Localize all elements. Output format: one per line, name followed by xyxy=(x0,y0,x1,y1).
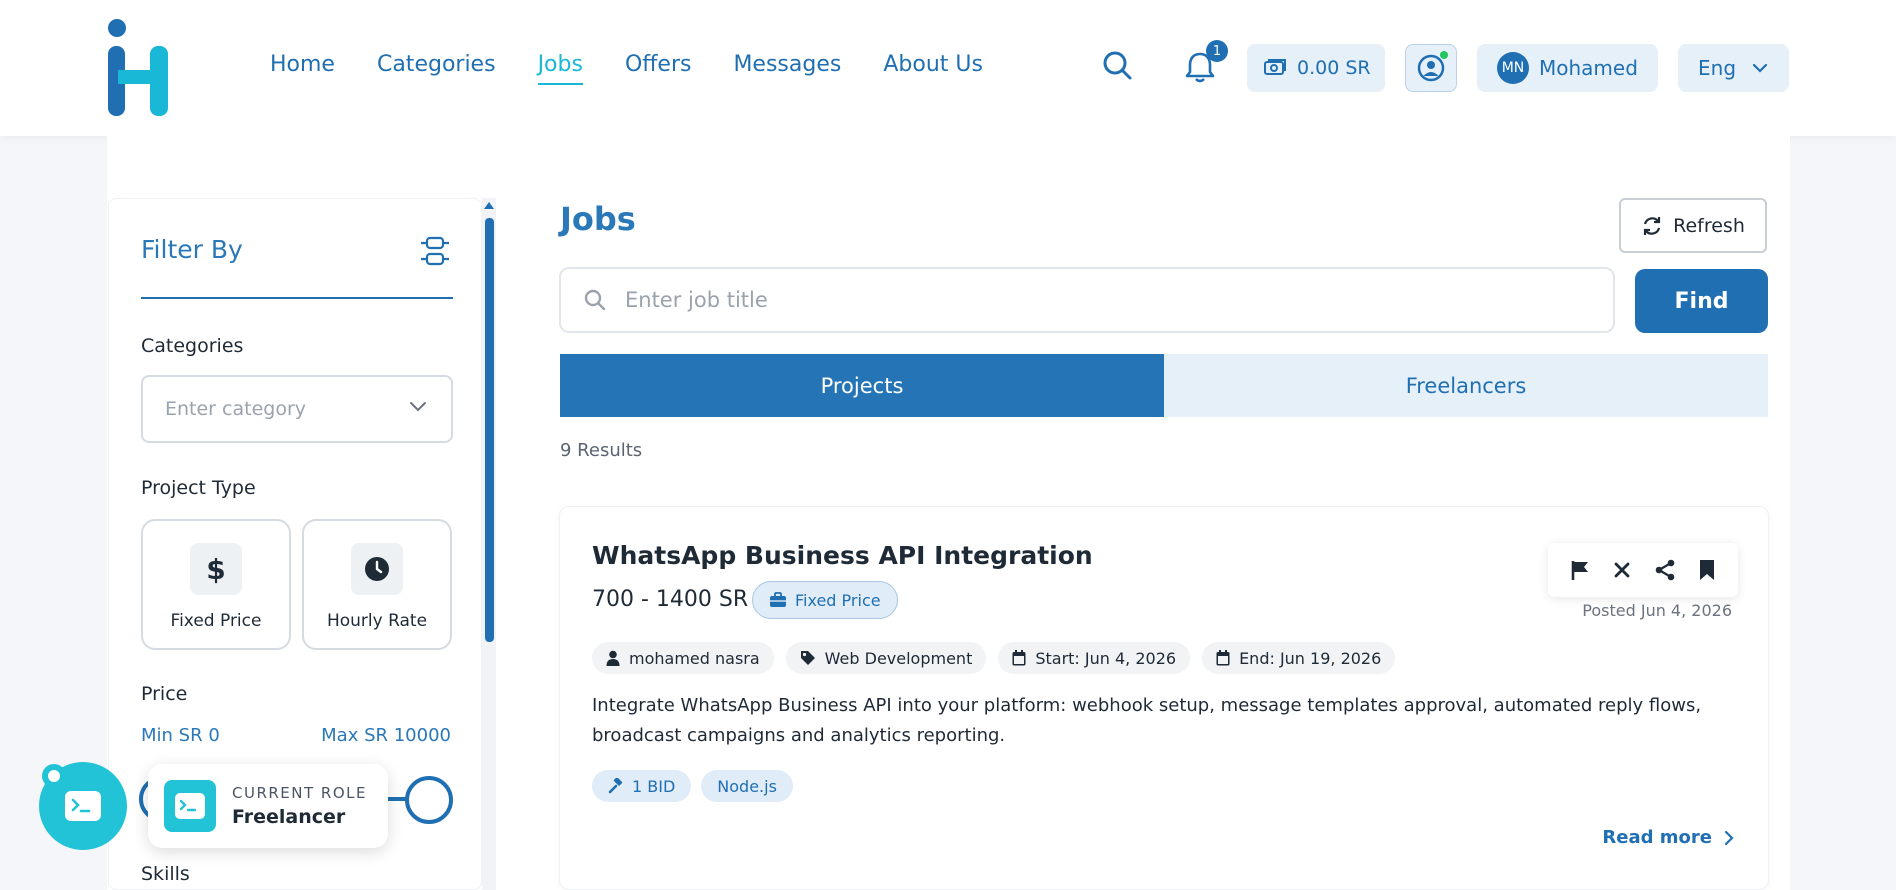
hourly-rate-option[interactable]: Hourly Rate xyxy=(302,519,452,650)
refresh-button[interactable]: Refresh xyxy=(1619,198,1767,253)
user-menu-button[interactable]: MN Mohamed xyxy=(1477,44,1658,92)
category-name: Web Development xyxy=(824,648,973,668)
filter-title: Filter By xyxy=(141,235,243,264)
language-label: Eng xyxy=(1698,56,1737,80)
read-more-link[interactable]: Read more xyxy=(1602,827,1734,848)
skills-label: Skills xyxy=(141,863,190,885)
tag-icon xyxy=(800,651,815,665)
chevron-down-icon xyxy=(410,402,426,412)
briefcase-icon xyxy=(770,592,786,607)
share-icon[interactable] xyxy=(1654,559,1676,581)
wallet-balance: 0.00 SR xyxy=(1297,57,1371,79)
user-name: Mohamed xyxy=(1539,56,1638,80)
price-label: Price xyxy=(141,683,188,705)
read-more-label: Read more xyxy=(1602,827,1712,848)
top-header: Home Categories Jobs Offers Messages Abo… xyxy=(0,0,1896,136)
category-select[interactable]: Enter category xyxy=(141,375,453,443)
notification-badge: 1 xyxy=(1206,40,1228,62)
posted-date: Posted Jun 4, 2026 xyxy=(1582,601,1732,620)
tab-freelancers[interactable]: Freelancers xyxy=(1164,354,1768,417)
find-button[interactable]: Find xyxy=(1635,269,1768,333)
avatar: MN xyxy=(1497,52,1529,84)
sidebar-scroll-thumb[interactable] xyxy=(485,218,494,642)
chevron-right-icon xyxy=(1724,830,1734,845)
nav-about-us[interactable]: About Us xyxy=(883,52,983,77)
user-icon xyxy=(606,650,620,666)
logo-icon[interactable] xyxy=(106,18,172,118)
wallet-button[interactable]: 0.00 SR xyxy=(1247,44,1385,92)
role-indicator-dot xyxy=(42,764,66,788)
categories-label: Categories xyxy=(141,335,244,357)
refresh-icon xyxy=(1644,216,1661,235)
job-price: 700 - 1400 SR xyxy=(592,587,749,612)
price-type-badge: Fixed Price xyxy=(752,581,898,619)
clock-icon xyxy=(351,543,403,595)
nav-home[interactable]: Home xyxy=(270,52,335,77)
bids-badge: 1 BID xyxy=(592,770,692,802)
end-date-chip: End: Jun 19, 2026 xyxy=(1202,642,1396,674)
category-chip: Web Development xyxy=(785,642,987,674)
end-date: End: Jun 19, 2026 xyxy=(1239,648,1382,668)
filter-divider xyxy=(141,297,453,299)
bids-count: 1 BID xyxy=(632,776,676,796)
nav-categories[interactable]: Categories xyxy=(377,52,496,77)
job-description: Integrate WhatsApp Business API into you… xyxy=(592,695,1702,746)
client-name: mohamed nasra xyxy=(629,648,760,668)
search-icon[interactable] xyxy=(1098,46,1138,86)
scroll-up-arrow-icon[interactable] xyxy=(484,202,494,209)
online-status-dot xyxy=(1440,51,1448,59)
nav-jobs[interactable]: Jobs xyxy=(537,52,584,85)
job-title[interactable]: WhatsApp Business API Integration xyxy=(592,541,1093,570)
nav-offers[interactable]: Offers xyxy=(625,52,692,77)
client-chip: mohamed nasra xyxy=(592,642,774,674)
price-slider-max-handle[interactable] xyxy=(405,776,453,824)
job-tags: 1 BID Node.js xyxy=(592,770,793,802)
page-title: Jobs xyxy=(560,200,636,238)
job-card[interactable]: WhatsApp Business API Integration 700 - … xyxy=(559,506,1769,890)
flag-icon[interactable] xyxy=(1569,559,1591,581)
results-count: 9 Results xyxy=(560,440,643,461)
price-min: Min SR 0 xyxy=(141,725,220,746)
main-nav: Home Categories Jobs Offers Messages Abo… xyxy=(270,52,1025,85)
tab-projects[interactable]: Projects xyxy=(560,354,1164,417)
job-actions xyxy=(1548,543,1738,597)
language-selector[interactable]: Eng xyxy=(1678,44,1789,92)
wallet-icon xyxy=(1264,59,1286,75)
nav-messages[interactable]: Messages xyxy=(733,52,841,77)
refresh-label: Refresh xyxy=(1673,214,1745,237)
role-value: Freelancer xyxy=(232,806,346,828)
search-placeholder: Enter job title xyxy=(625,288,768,312)
terminal-icon xyxy=(65,791,101,821)
dollar-icon: $ xyxy=(190,543,242,595)
start-date: Start: Jun 4, 2026 xyxy=(1035,648,1177,668)
category-placeholder: Enter category xyxy=(165,398,307,420)
gavel-icon xyxy=(608,778,623,794)
price-max: Max SR 10000 xyxy=(321,725,451,746)
price-type-label: Fixed Price xyxy=(795,590,881,610)
calendar-icon xyxy=(1012,650,1026,666)
sliders-icon[interactable] xyxy=(417,233,453,269)
project-type-label: Project Type xyxy=(141,477,256,499)
calendar-icon xyxy=(1216,650,1230,666)
chevron-down-icon xyxy=(1752,63,1768,73)
fixed-price-option[interactable]: $ Fixed Price xyxy=(141,519,291,650)
profile-button[interactable] xyxy=(1405,44,1457,92)
bookmark-icon[interactable] xyxy=(1697,559,1717,581)
hourly-rate-label: Hourly Rate xyxy=(326,611,428,631)
close-icon[interactable] xyxy=(1612,560,1632,580)
role-caption: CURRENT ROLE xyxy=(232,784,367,802)
fixed-price-label: Fixed Price xyxy=(170,611,262,631)
search-icon xyxy=(584,289,606,311)
skill-tag: Node.js xyxy=(701,770,793,802)
terminal-icon xyxy=(164,780,216,832)
job-meta-chips: mohamed nasra Web Development Start: Jun… xyxy=(592,642,1396,674)
job-search-input[interactable]: Enter job title xyxy=(559,267,1615,333)
current-role-card: CURRENT ROLE Freelancer xyxy=(148,764,388,848)
start-date-chip: Start: Jun 4, 2026 xyxy=(998,642,1191,674)
